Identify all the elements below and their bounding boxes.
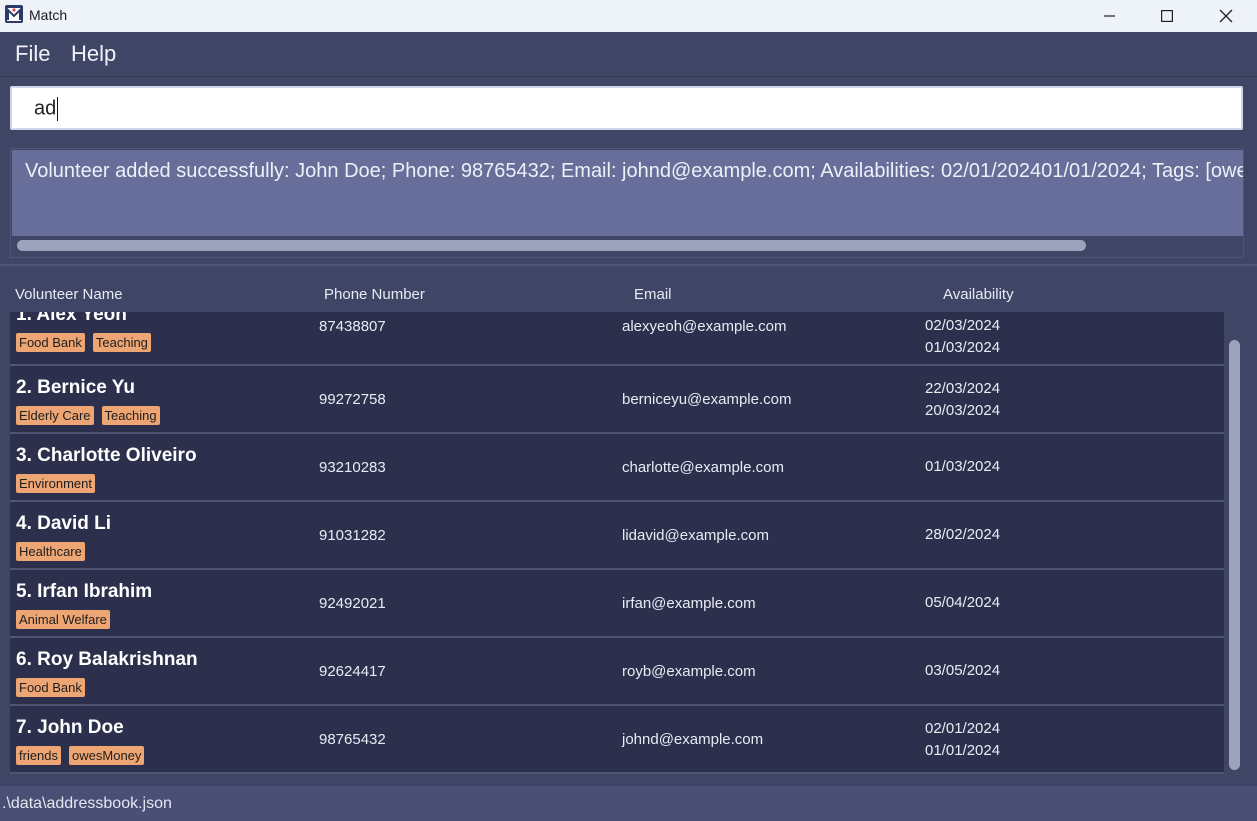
volunteer-email: lidavid@example.com [622, 527, 769, 544]
volunteer-row[interactable]: 4. David Li Healthcare 91031282 lidavid@… [10, 502, 1224, 570]
tag-list: friends owesMoney [16, 746, 145, 765]
volunteer-availability: 02/03/2024 01/03/2024 [925, 315, 1000, 359]
maximize-button[interactable] [1144, 0, 1190, 32]
volunteer-phone: 93210283 [319, 459, 386, 476]
minimize-icon [1104, 15, 1115, 17]
availability-date: 01/01/2024 [925, 742, 1001, 759]
menu-help[interactable]: Help [71, 41, 116, 67]
close-icon [1219, 9, 1233, 23]
result-text-area[interactable]: Volunteer added successfully: John Doe; … [12, 150, 1243, 236]
volunteer-email: johnd@example.com [622, 731, 764, 748]
tag-list: Food Bank Teaching [16, 333, 151, 352]
tag: Food Bank [16, 333, 85, 352]
command-input[interactable]: ad [10, 86, 1243, 130]
column-header-phone: Phone Number [324, 286, 425, 303]
volunteer-name: 3. Charlotte Oliveiro [16, 445, 197, 466]
volunteer-phone: 91031282 [319, 527, 386, 544]
status-bar: .\data\addressbook.json [0, 786, 1257, 821]
volunteer-name: 7. John Doe [16, 717, 124, 738]
title-bar: Match [0, 0, 1257, 32]
volunteer-phone: 87438807 [319, 318, 386, 335]
tag-list: Food Bank [16, 678, 85, 697]
window-title: Match [29, 7, 68, 23]
volunteer-email: berniceyu@example.com [622, 391, 792, 408]
volunteer-phone: 99272758 [319, 391, 386, 408]
tag: Animal Welfare [16, 610, 110, 629]
tag-list: Environment [16, 474, 95, 493]
volunteer-availability: 03/05/2024 [925, 660, 1000, 682]
volunteer-list: 1. Alex Yeoh Food Bank Teaching 87438807… [10, 312, 1224, 774]
tag-list: Healthcare [16, 542, 85, 561]
volunteer-name: 5. Irfan Ibrahim [16, 581, 153, 602]
result-message: Volunteer added successfully: John Doe; … [25, 160, 1243, 182]
availability-date: 22/03/2024 [925, 380, 1001, 397]
tag: Environment [16, 474, 95, 493]
availability-date: 03/05/2024 [925, 662, 1001, 679]
volunteer-name: 4. David Li [16, 513, 112, 534]
volunteer-email: irfan@example.com [622, 595, 756, 612]
tag: Teaching [92, 333, 151, 352]
menu-file[interactable]: File [15, 41, 50, 67]
volunteer-name: 6. Roy Balakrishnan [16, 649, 198, 670]
tag: owesMoney [69, 746, 145, 765]
list-vertical-scrollbar[interactable] [1229, 340, 1240, 770]
volunteer-availability: 05/04/2024 [925, 592, 1000, 614]
volunteer-email: charlotte@example.com [622, 459, 784, 476]
volunteer-row[interactable]: 6. Roy Balakrishnan Food Bank 92624417 r… [10, 638, 1224, 706]
app-logo-icon [5, 5, 23, 23]
availability-date: 01/03/2024 [925, 339, 1001, 356]
column-header-availability: Availability [943, 286, 1014, 303]
volunteer-name: 2. Bernice Yu [16, 377, 135, 398]
maximize-icon [1161, 10, 1173, 22]
command-box: ad [0, 78, 1257, 136]
tag: Elderly Care [16, 406, 94, 425]
close-button[interactable] [1203, 0, 1249, 32]
availability-date: 28/02/2024 [925, 526, 1001, 543]
volunteer-row[interactable]: 5. Irfan Ibrahim Animal Welfare 92492021… [10, 570, 1224, 638]
volunteer-phone: 92492021 [319, 595, 386, 612]
volunteer-row[interactable]: 2. Bernice Yu Elderly Care Teaching 9927… [10, 366, 1224, 434]
tag: Healthcare [16, 542, 85, 561]
data-file-path: .\data\addressbook.json [2, 795, 172, 812]
tag: Teaching [101, 406, 160, 425]
volunteer-availability: 01/03/2024 [925, 456, 1000, 478]
volunteer-availability: 28/02/2024 [925, 524, 1000, 546]
volunteer-row[interactable]: 1. Alex Yeoh Food Bank Teaching 87438807… [10, 312, 1224, 366]
column-header-name: Volunteer Name [15, 286, 123, 303]
availability-date: 05/04/2024 [925, 594, 1001, 611]
availability-date: 02/03/2024 [925, 317, 1001, 334]
menu-bar: File Help [0, 32, 1257, 77]
command-input-value: ad [34, 97, 57, 120]
volunteer-email: alexyeoh@example.com [622, 318, 787, 335]
tag: friends [16, 746, 62, 765]
panel-divider [0, 264, 1257, 266]
minimize-button[interactable] [1087, 0, 1133, 32]
result-display: Volunteer added successfully: John Doe; … [10, 148, 1244, 258]
tag-list: Animal Welfare [16, 610, 110, 629]
volunteer-availability: 02/01/2024 01/01/2024 [925, 718, 1000, 762]
volunteer-row[interactable]: 7. John Doe friends owesMoney 98765432 j… [10, 706, 1224, 774]
volunteer-phone: 92624417 [319, 663, 386, 680]
text-caret [57, 97, 59, 121]
volunteer-row[interactable]: 3. Charlotte Oliveiro Environment 932102… [10, 434, 1224, 502]
availability-date: 20/03/2024 [925, 402, 1001, 419]
column-header-email: Email [634, 286, 672, 303]
volunteer-phone: 98765432 [319, 731, 386, 748]
volunteer-email: royb@example.com [622, 663, 756, 680]
tag-list: Elderly Care Teaching [16, 406, 160, 425]
volunteer-name: 1. Alex Yeoh [16, 312, 127, 325]
volunteer-availability: 22/03/2024 20/03/2024 [925, 378, 1000, 422]
tag: Food Bank [16, 678, 85, 697]
availability-date: 02/01/2024 [925, 720, 1001, 737]
availability-date: 01/03/2024 [925, 458, 1001, 475]
result-horizontal-scrollbar[interactable] [17, 240, 1086, 251]
